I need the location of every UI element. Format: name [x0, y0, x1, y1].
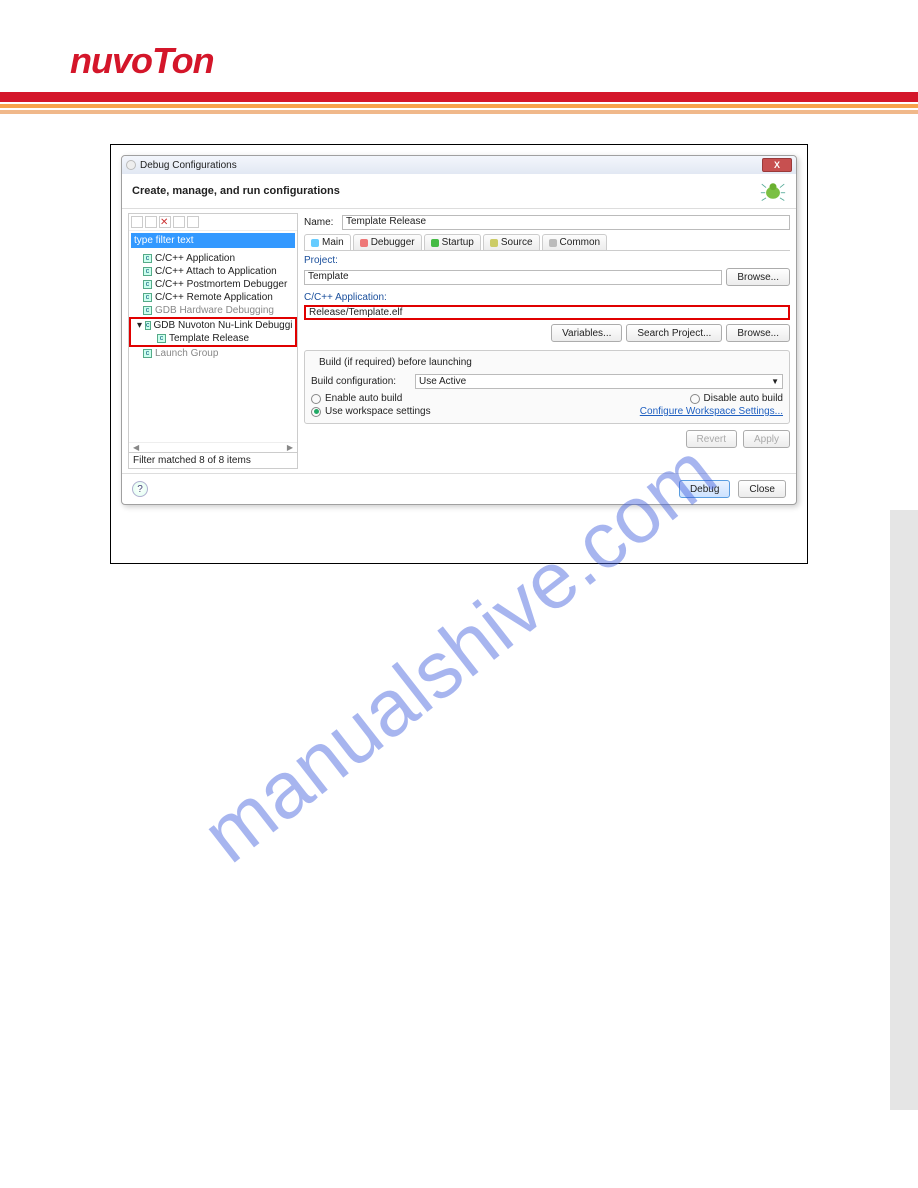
dialog-subtitle: Create, manage, and run configurations — [132, 185, 340, 197]
dialog-title: Debug Configurations — [140, 160, 237, 171]
build-config-label: Build configuration: — [311, 376, 411, 387]
config-tree-panel: ✕ type filter text cC/C++ Application cC… — [128, 213, 298, 469]
brand-logo: nuvoTon — [70, 40, 848, 82]
dialog-titlebar: Debug Configurations X — [122, 156, 796, 174]
project-label: Project: — [304, 255, 790, 266]
new-config-icon[interactable] — [131, 216, 143, 228]
chevron-down-icon: ▼ — [771, 377, 779, 386]
scroll-left-icon[interactable]: ◀ — [133, 443, 139, 452]
scroll-right-icon[interactable]: ▶ — [287, 443, 293, 452]
tab-source[interactable]: Source — [483, 234, 540, 250]
tree-toolbar: ✕ — [129, 214, 297, 231]
disable-auto-radio[interactable]: Disable auto build — [690, 393, 784, 404]
filter-icon[interactable] — [187, 216, 199, 228]
brand-band — [0, 92, 918, 114]
app-icon — [126, 160, 136, 170]
collapse-icon[interactable] — [173, 216, 185, 228]
app-input[interactable]: Release/Template.elf — [304, 305, 790, 320]
tab-startup[interactable]: Startup — [424, 234, 481, 250]
tab-common[interactable]: Common — [542, 234, 608, 250]
close-icon[interactable]: X — [762, 158, 792, 172]
screenshot-frame: Debug Configurations X Create, manage, a… — [110, 144, 808, 564]
variables-button[interactable]: Variables... — [551, 324, 622, 342]
close-button[interactable]: Close — [738, 480, 786, 498]
build-group-title: Build (if required) before launching — [315, 357, 476, 368]
highlight-box: ▾cGDB Nuvoton Nu-Link Debuggi cTemplate … — [129, 317, 297, 347]
bug-icon — [760, 180, 786, 202]
duplicate-config-icon[interactable] — [145, 216, 157, 228]
search-project-button[interactable]: Search Project... — [626, 324, 722, 342]
tree-item[interactable]: cC/C++ Application — [129, 252, 297, 265]
tree-item[interactable]: cC/C++ Remote Application — [129, 291, 297, 304]
tree-item[interactable]: cC/C++ Postmortem Debugger — [129, 278, 297, 291]
tree-item[interactable]: cGDB Hardware Debugging — [129, 304, 297, 317]
debug-button[interactable]: Debug — [679, 480, 730, 498]
build-group: Build (if required) before launching Bui… — [304, 350, 790, 424]
apply-button[interactable]: Apply — [743, 430, 790, 448]
tree-item-expanded[interactable]: ▾cGDB Nuvoton Nu-Link Debuggi — [131, 319, 295, 332]
filter-input[interactable]: type filter text — [131, 233, 295, 248]
filter-status: Filter matched 8 of 8 items — [129, 452, 297, 468]
name-label: Name: — [304, 217, 338, 228]
debug-config-dialog: Debug Configurations X Create, manage, a… — [121, 155, 797, 505]
name-input[interactable]: Template Release — [342, 215, 790, 230]
tree-item[interactable]: cC/C++ Attach to Application — [129, 265, 297, 278]
help-icon[interactable]: ? — [132, 481, 148, 497]
build-config-select[interactable]: Use Active ▼ — [415, 374, 783, 389]
revert-button[interactable]: Revert — [686, 430, 737, 448]
tree-item-child[interactable]: cTemplate Release — [131, 332, 295, 345]
configure-workspace-link[interactable]: Configure Workspace Settings... — [640, 406, 783, 417]
browse-project-button[interactable]: Browse... — [726, 268, 790, 286]
side-tab — [890, 510, 918, 1110]
use-workspace-radio[interactable]: Use workspace settings — [311, 406, 431, 417]
browse-app-button[interactable]: Browse... — [726, 324, 790, 342]
tab-main[interactable]: Main — [304, 234, 351, 250]
project-input[interactable]: Template — [304, 270, 722, 285]
delete-config-icon[interactable]: ✕ — [159, 216, 171, 228]
config-tree[interactable]: cC/C++ Application cC/C++ Attach to Appl… — [129, 250, 297, 442]
enable-auto-radio[interactable]: Enable auto build — [311, 393, 402, 404]
tree-item[interactable]: cLaunch Group — [129, 347, 297, 360]
app-label: C/C++ Application: — [304, 292, 790, 303]
tab-debugger[interactable]: Debugger — [353, 234, 422, 250]
config-detail-panel: Name: Template Release Main Debugger Sta… — [304, 213, 790, 469]
config-tabs: Main Debugger Startup Source Common — [304, 234, 790, 251]
